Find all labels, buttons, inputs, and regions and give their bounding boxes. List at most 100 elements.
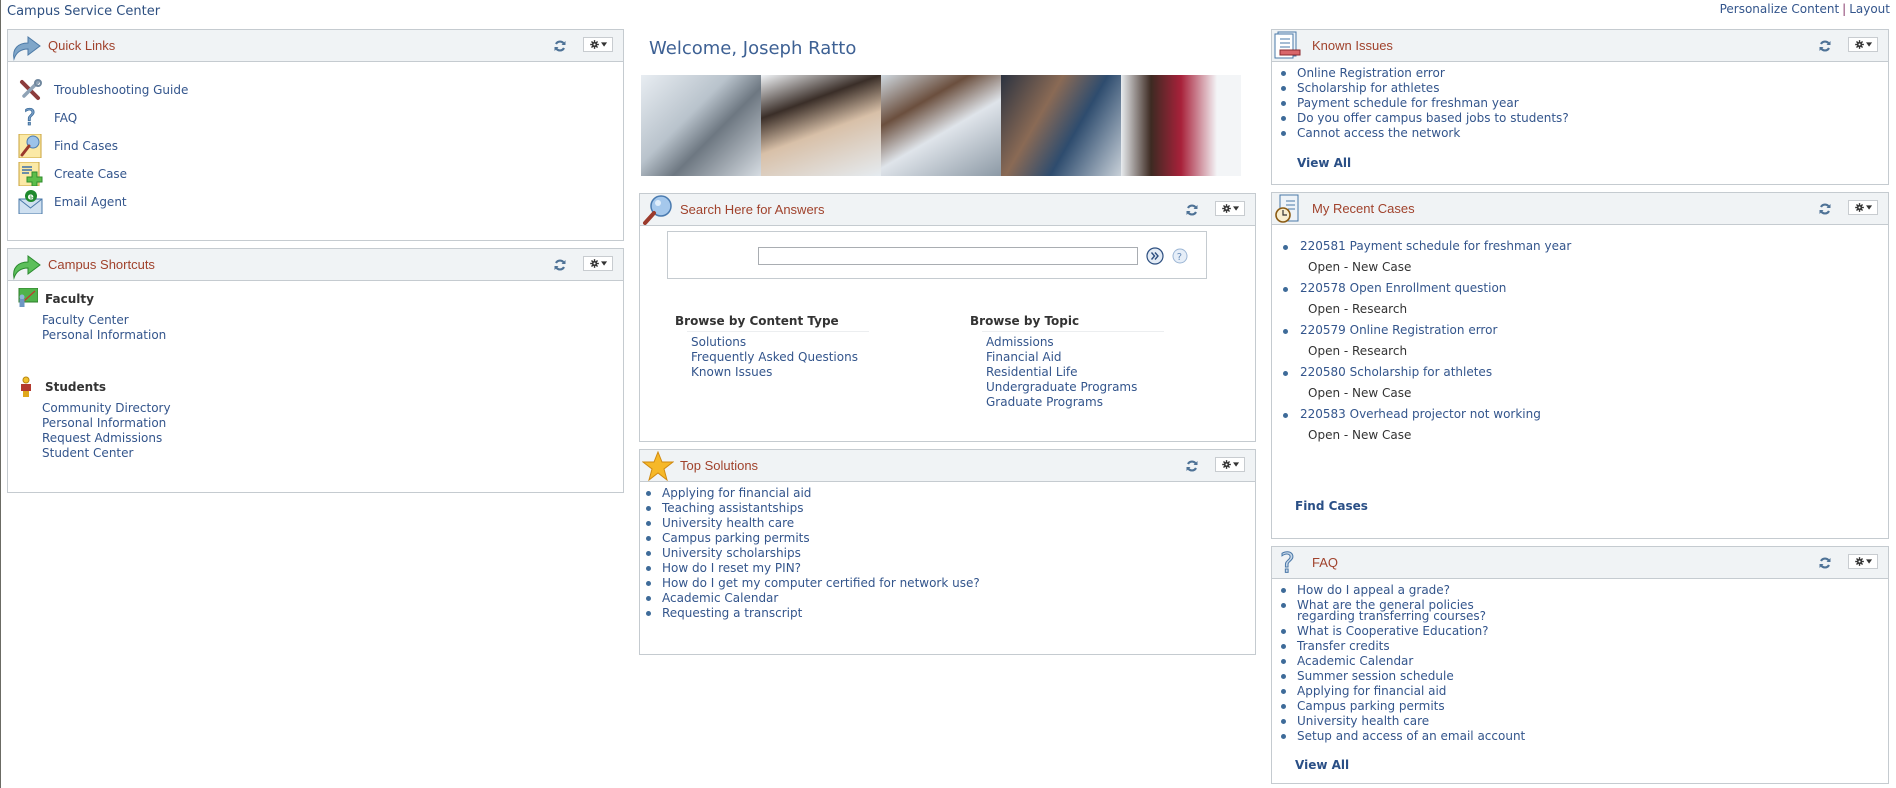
personalize-content-link[interactable]: Personalize Content: [1720, 2, 1840, 16]
options-menu-button[interactable]: [1848, 554, 1878, 569]
known-issue-link[interactable]: Payment schedule for freshman year: [1297, 96, 1519, 110]
pagelet-title: FAQ: [1312, 555, 1339, 570]
faq-link[interactable]: What are the general policies regarding …: [1297, 598, 1486, 623]
layout-link[interactable]: Layout: [1849, 2, 1890, 16]
faq-link[interactable]: Setup and access of an email account: [1297, 729, 1525, 743]
community-directory-link[interactable]: Community Directory: [42, 401, 171, 415]
search-input[interactable]: [758, 247, 1138, 265]
known-issues-view-all-link[interactable]: View All: [1297, 156, 1888, 170]
options-menu-button[interactable]: [1848, 200, 1878, 215]
faq-link[interactable]: How do I appeal a grade?: [1297, 583, 1450, 597]
banner-photo: [1121, 75, 1241, 176]
faq-link[interactable]: Applying for financial aid: [1297, 684, 1446, 698]
top-links: Personalize Content | Layout: [1720, 2, 1890, 16]
faq-view-all-link[interactable]: View All: [1295, 758, 1888, 772]
search-help-icon[interactable]: ?: [1172, 248, 1188, 264]
solution-link[interactable]: Academic Calendar: [662, 591, 778, 605]
known-issue-link[interactable]: Scholarship for athletes: [1297, 81, 1439, 95]
quick-link-item[interactable]: ? FAQ: [18, 104, 623, 132]
refresh-icon[interactable]: [1818, 556, 1832, 570]
list-item: Setup and access of an email account: [1280, 729, 1888, 744]
top-solutions-list: Applying for financial aid Teaching assi…: [640, 482, 1255, 621]
pagelet-header: Known Issues: [1272, 30, 1888, 62]
refresh-icon[interactable]: [1185, 203, 1199, 217]
browse-link[interactable]: Solutions: [691, 335, 746, 349]
known-issue-link[interactable]: Cannot access the network: [1297, 126, 1460, 140]
options-menu-button[interactable]: [583, 37, 613, 52]
faq-link[interactable]: Campus parking permits: [1297, 699, 1445, 713]
solution-link[interactable]: Requesting a transcript: [662, 606, 802, 620]
browse-link[interactable]: Residential Life: [986, 365, 1078, 379]
solution-link[interactable]: Applying for financial aid: [662, 486, 811, 500]
divider: [687, 331, 869, 332]
faculty-center-link[interactable]: Faculty Center: [42, 313, 129, 327]
refresh-icon[interactable]: [1818, 39, 1832, 53]
shortcut-group-students: Students Community Directory Personal In…: [8, 343, 623, 461]
pagelet-header: My Recent Cases: [1272, 193, 1888, 225]
request-admissions-link[interactable]: Request Admissions: [42, 431, 162, 445]
solution-link[interactable]: University scholarships: [662, 546, 801, 560]
faq-link[interactable]: Summer session schedule: [1297, 669, 1454, 683]
quick-link-item[interactable]: Troubleshooting Guide: [18, 76, 623, 104]
faq-link[interactable]: University health care: [1297, 714, 1429, 728]
quick-link-item[interactable]: Create Case: [18, 160, 623, 188]
banner-photo: [881, 75, 1001, 176]
student-center-link[interactable]: Student Center: [42, 446, 133, 460]
options-menu-button[interactable]: [1215, 457, 1245, 472]
faq-link[interactable]: FAQ: [54, 111, 77, 125]
solution-link[interactable]: How do I get my computer certified for n…: [662, 576, 980, 590]
solution-link[interactable]: Campus parking permits: [662, 531, 810, 545]
case-link[interactable]: 220583 Overhead projector not working: [1300, 407, 1888, 422]
create-case-link[interactable]: Create Case: [54, 167, 127, 181]
options-menu-button[interactable]: [1848, 37, 1878, 52]
refresh-icon[interactable]: [1818, 202, 1832, 216]
options-menu-button[interactable]: [583, 256, 613, 271]
faq-link[interactable]: What is Cooperative Education?: [1297, 624, 1489, 638]
student-personal-information-link[interactable]: Personal Information: [42, 416, 166, 430]
browse-link[interactable]: Graduate Programs: [986, 395, 1103, 409]
quick-link-item[interactable]: e Email Agent: [18, 188, 623, 216]
faculty-personal-information-link[interactable]: Personal Information: [42, 328, 166, 342]
troubleshooting-guide-link[interactable]: Troubleshooting Guide: [54, 83, 188, 97]
refresh-icon[interactable]: [1185, 459, 1199, 473]
faq-link[interactable]: Academic Calendar: [1297, 654, 1413, 668]
banner-photo: [641, 75, 761, 176]
list-item: How do I get my computer certified for n…: [645, 576, 1255, 591]
known-issue-link[interactable]: Do you offer campus based jobs to studen…: [1297, 111, 1569, 125]
solution-link[interactable]: Teaching assistantships: [662, 501, 803, 515]
email-agent-link[interactable]: Email Agent: [54, 195, 127, 209]
options-menu-button[interactable]: [1215, 201, 1245, 216]
find-cases-link[interactable]: Find Cases: [54, 139, 118, 153]
welcome-message: Welcome, Joseph Ratto: [649, 38, 857, 59]
svg-text:?: ?: [24, 106, 36, 130]
pagelet-header: Quick Links: [8, 30, 623, 62]
search-box: ?: [667, 231, 1207, 279]
known-issue-link[interactable]: Online Registration error: [1297, 66, 1445, 80]
list-item: Campus parking permits: [1280, 699, 1888, 714]
refresh-icon[interactable]: [553, 39, 567, 53]
case-item: 220581 Payment schedule for freshman yea…: [1280, 239, 1888, 281]
search-go-button[interactable]: [1146, 247, 1164, 265]
svg-text:?: ?: [1280, 548, 1295, 578]
campus-shortcuts-pagelet: Campus Shortcuts Faculty Faculty Center …: [7, 248, 624, 493]
case-link[interactable]: 220579 Online Registration error: [1300, 323, 1888, 338]
case-link[interactable]: 220578 Open Enrollment question: [1300, 281, 1888, 296]
browse-link[interactable]: Admissions: [986, 335, 1054, 349]
question-icon: ?: [1280, 548, 1296, 578]
browse-link[interactable]: Known Issues: [691, 365, 772, 379]
case-link[interactable]: 220580 Scholarship for athletes: [1300, 365, 1888, 380]
solution-link[interactable]: How do I reset my PIN?: [662, 561, 801, 575]
find-cases-link[interactable]: Find Cases: [1295, 499, 1888, 513]
quick-link-item[interactable]: Find Cases: [18, 132, 623, 160]
svg-text:e: e: [28, 193, 34, 203]
refresh-icon[interactable]: [553, 258, 567, 272]
browse-link[interactable]: Financial Aid: [986, 350, 1062, 364]
solution-link[interactable]: University health care: [662, 516, 794, 530]
faq-link[interactable]: Transfer credits: [1297, 639, 1390, 653]
case-link[interactable]: 220581 Payment schedule for freshman yea…: [1300, 239, 1888, 254]
browse-link[interactable]: Frequently Asked Questions: [691, 350, 858, 364]
pagelet-title: Search Here for Answers: [680, 202, 825, 217]
list-item: University health care: [1280, 714, 1888, 729]
star-icon: [642, 451, 674, 481]
browse-link[interactable]: Undergraduate Programs: [986, 380, 1137, 394]
